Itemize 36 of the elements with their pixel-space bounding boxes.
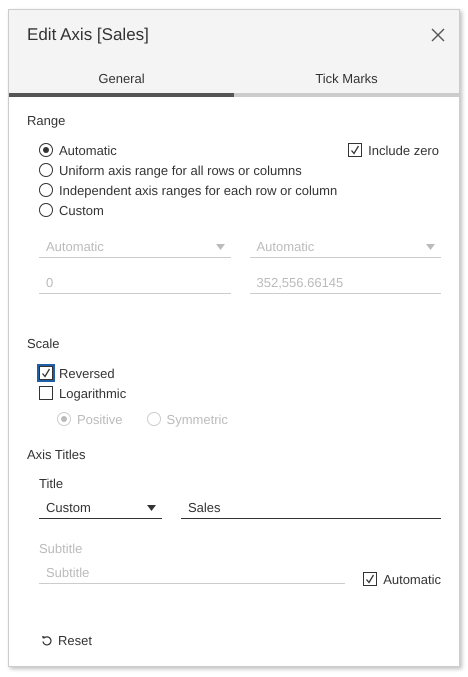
option-label: Reversed: [59, 366, 115, 380]
option-label: Uniform axis range for all rows or columns: [59, 162, 302, 178]
dialog-title: Edit Axis [Sales]: [27, 25, 149, 45]
radio-button[interactable]: [39, 203, 53, 217]
checkbox[interactable]: [348, 143, 362, 157]
field-label: Title: [39, 476, 64, 491]
tab[interactable]: General: [9, 60, 234, 97]
option-label: Include zero: [368, 142, 439, 158]
field-label: Subtitle: [39, 541, 82, 556]
check-icon: [41, 368, 51, 378]
option-label: Symmetric: [166, 412, 228, 426]
radio-button[interactable]: [39, 183, 53, 197]
option-label: Custom: [59, 202, 104, 218]
option-label: Automatic: [59, 142, 117, 158]
caret-icon: [426, 244, 435, 250]
input-field[interactable]: Sales: [181, 497, 441, 519]
close-button[interactable]: [429, 26, 447, 44]
caret-icon: [147, 504, 156, 510]
radio-button[interactable]: [39, 143, 53, 157]
checkbox[interactable]: [39, 366, 53, 380]
option-label: Independent axis ranges for each row or column: [59, 182, 338, 198]
dropdown[interactable]: Custom: [39, 497, 162, 519]
section-heading: Scale: [27, 336, 61, 352]
section-heading: Axis Titles: [27, 447, 87, 463]
reset-button[interactable]: Reset: [41, 633, 441, 648]
tab[interactable]: Tick Marks: [234, 60, 459, 97]
option-label: Automatic: [383, 572, 441, 586]
section-heading: Range: [27, 113, 66, 129]
option-label: Logarithmic: [59, 386, 126, 400]
check-icon: [365, 574, 376, 584]
option-label: Positive: [77, 412, 123, 426]
caret-icon: [216, 244, 224, 250]
check-icon: [350, 145, 360, 155]
checkbox[interactable]: [39, 386, 53, 400]
reset-icon: [41, 635, 52, 646]
radio-button[interactable]: [39, 163, 53, 177]
